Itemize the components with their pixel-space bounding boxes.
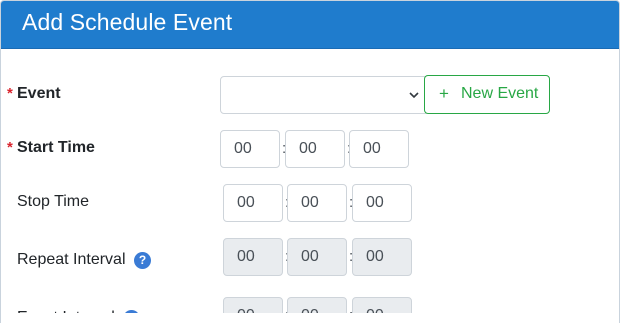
start-time-minutes-input[interactable]: 00	[285, 130, 345, 168]
modal-header: Add Schedule Event	[1, 1, 619, 49]
help-icon[interactable]: ?	[134, 252, 151, 269]
start-time-hours-input[interactable]: 00	[220, 130, 280, 168]
stop-time-hours-input[interactable]: 00	[223, 184, 283, 222]
repeat-interval-label: Repeat Interval	[17, 251, 126, 268]
required-marker: *	[7, 85, 13, 102]
scroll-clip	[1, 313, 619, 323]
stop-time-minutes-input[interactable]: 00	[287, 184, 347, 222]
add-schedule-event-dialog: Add Schedule Event * Event + New Event *…	[0, 0, 620, 323]
event-label: Event	[17, 85, 61, 102]
stop-time-label: Stop Time	[17, 193, 90, 210]
repeat-interval-minutes-input: 00	[287, 238, 347, 276]
repeat-interval-seconds-input: 00	[352, 238, 412, 276]
new-event-button[interactable]: + New Event	[424, 75, 550, 114]
modal-title: Add Schedule Event	[22, 9, 233, 35]
new-event-label: New Event	[461, 85, 539, 102]
start-time-label: Start Time	[17, 139, 95, 156]
repeat-interval-hours-input: 00	[223, 238, 283, 276]
required-marker: *	[7, 139, 13, 156]
chevron-down-icon	[409, 92, 419, 99]
plus-icon: +	[439, 84, 449, 103]
stop-time-seconds-input[interactable]: 00	[352, 184, 412, 222]
start-time-seconds-input[interactable]: 00	[349, 130, 409, 168]
event-select[interactable]	[220, 76, 426, 114]
